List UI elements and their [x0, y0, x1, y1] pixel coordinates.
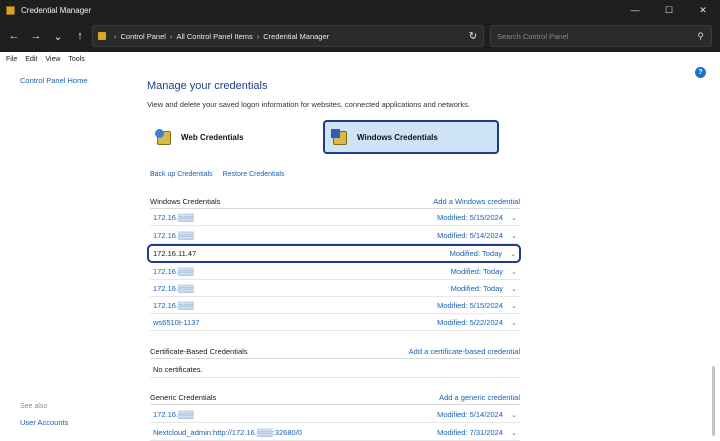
expand-chevron-icon[interactable]: ⌄	[508, 319, 520, 327]
back-up-credentials-link[interactable]: Back up Credentials	[150, 171, 213, 178]
credential-modified: Modified: 5/22/2024	[437, 318, 503, 327]
help-icon[interactable]: ?	[695, 67, 706, 78]
windows-credentials-tile[interactable]: Windows Credentials	[323, 120, 499, 154]
address-bar: ← → ⌄ ↑ › Control Panel › All Control Pa…	[0, 20, 720, 52]
expand-chevron-icon[interactable]: ⌄	[507, 250, 519, 258]
control-panel-icon	[98, 32, 106, 40]
credential-name: 172.16.▒▒▒	[153, 213, 194, 222]
close-button[interactable]: ✕	[686, 0, 720, 20]
credential-name: 172.16.▒▒▒	[153, 267, 194, 276]
menu-bar: File Edit View Tools	[0, 52, 720, 66]
breadcrumb-credential-manager[interactable]: Credential Manager	[263, 32, 329, 41]
expand-chevron-icon[interactable]: ⌄	[508, 429, 520, 437]
web-credentials-tile[interactable]: Web Credentials	[147, 120, 307, 154]
refresh-icon[interactable]: ↻	[462, 25, 484, 47]
breadcrumb-control-panel[interactable]: Control Panel	[121, 32, 166, 41]
credential-row[interactable]: 172.16.▒▒▒ Modified: 5/15/2024 ⌄	[150, 298, 520, 314]
credential-modified: Modified: 5/14/2024	[437, 410, 503, 419]
credential-row[interactable]: 172.16.▒▒▒ Modified: 5/14/2024 ⌄	[150, 228, 520, 244]
menu-file[interactable]: File	[6, 56, 17, 63]
expand-chevron-icon[interactable]: ⌄	[508, 285, 520, 293]
see-also-label: See also	[20, 403, 48, 410]
recent-locations-chevron-icon[interactable]: ⌄	[47, 25, 69, 47]
left-pane: Control Panel Home See also User Account…	[0, 66, 135, 441]
credential-name: Nextcloud_admin:http://172.16.▒▒▒:32680/…	[153, 428, 302, 437]
credential-name: 172.16.11.47	[153, 249, 197, 258]
page-subtitle: View and delete your saved logon informa…	[147, 100, 470, 109]
up-arrow-icon[interactable]: ↑	[69, 25, 91, 47]
windows-credentials-section-title: Windows Credentials	[150, 197, 221, 206]
scrollbar-thumb[interactable]	[712, 366, 715, 436]
credential-row[interactable]: Nextcloud_admin:http://172.16.▒▒▒:32680/…	[150, 425, 520, 441]
credential-name: 172.16.▒▒▒	[153, 284, 194, 293]
credential-name: 172.16.▒▒▒	[153, 301, 194, 310]
windows-vault-icon	[331, 127, 351, 147]
credential-modified: Modified: 7/31/2024	[437, 428, 503, 437]
expand-chevron-icon[interactable]: ⌄	[508, 302, 520, 310]
user-accounts-link[interactable]: User Accounts	[20, 418, 68, 427]
search-input[interactable]	[497, 31, 687, 41]
credential-modified: Modified: 5/15/2024	[437, 213, 503, 222]
no-certificates-text: No certificates.	[150, 362, 520, 378]
menu-tools[interactable]: Tools	[68, 56, 84, 63]
credential-manager-app-icon	[6, 5, 15, 15]
windows-credentials-section-header: Windows Credentials Add a Windows creden…	[150, 195, 520, 209]
generic-credentials-section-header: Generic Credentials Add a generic creden…	[150, 391, 520, 405]
credential-row[interactable]: 172.16.▒▒▒ Modified: Today ⌄	[150, 281, 520, 297]
credential-name: 172.16.▒▒▒	[153, 231, 194, 240]
forward-arrow-icon[interactable]: →	[25, 25, 47, 47]
back-arrow-icon[interactable]: ←	[3, 25, 25, 47]
minimize-button[interactable]: —	[618, 0, 652, 20]
breadcrumb[interactable]: › Control Panel › All Control Panel Item…	[92, 25, 484, 47]
breadcrumb-separator-icon: ›	[169, 31, 173, 41]
backup-restore-links: Back up Credentials Restore Credentials	[150, 171, 292, 178]
credential-modified: Modified: Today	[450, 267, 503, 276]
credential-row[interactable]: 172.16.▒▒▒ Modified: Today ⌄	[150, 264, 520, 280]
menu-edit[interactable]: Edit	[25, 56, 37, 63]
credential-modified: Modified: Today	[450, 284, 503, 293]
control-panel-home-link[interactable]: Control Panel Home	[20, 76, 88, 85]
vertical-scrollbar[interactable]	[711, 66, 717, 441]
expand-chevron-icon[interactable]: ⌄	[508, 232, 520, 240]
credential-row[interactable]: ws6510t-1137 Modified: 5/22/2024 ⌄	[150, 315, 520, 331]
credential-name: 172.16.▒▒▒	[153, 410, 194, 419]
expand-chevron-icon[interactable]: ⌄	[508, 411, 520, 419]
credential-row[interactable]: 172.16.▒▒▒ Modified: 5/15/2024 ⌄	[150, 210, 520, 226]
generic-credentials-section-title: Generic Credentials	[150, 393, 217, 402]
credential-modified: Modified: 5/14/2024	[437, 231, 503, 240]
window-title: Credential Manager	[21, 5, 92, 15]
expand-chevron-icon[interactable]: ⌄	[508, 214, 520, 222]
breadcrumb-separator-icon: ›	[114, 31, 117, 41]
window-controls: — ☐ ✕	[618, 0, 720, 20]
add-certificate-credential-link[interactable]: Add a certificate-based credential	[409, 347, 520, 356]
maximize-button[interactable]: ☐	[652, 0, 686, 20]
web-vault-icon	[155, 127, 175, 147]
expand-chevron-icon[interactable]: ⌄	[508, 268, 520, 276]
certificate-credentials-section-header: Certificate-Based Credentials Add a cert…	[150, 345, 520, 359]
search-icon[interactable]: ⚲	[697, 31, 704, 42]
windows-credentials-label: Windows Credentials	[357, 132, 438, 142]
credential-row[interactable]: 172.16.▒▒▒ Modified: 5/14/2024 ⌄	[150, 407, 520, 423]
search-box[interactable]: ⚲	[490, 25, 712, 47]
title-bar: Credential Manager — ☐ ✕	[0, 0, 720, 20]
certificate-credentials-section-title: Certificate-Based Credentials	[150, 347, 248, 356]
add-windows-credential-link[interactable]: Add a Windows credential	[433, 197, 520, 206]
web-credentials-label: Web Credentials	[181, 132, 244, 142]
page-title: Manage your credentials	[147, 80, 268, 92]
credential-row-selected[interactable]: 172.16.11.47 Modified: Today ⌄	[147, 244, 521, 263]
credential-modified: Modified: 5/15/2024	[437, 301, 503, 310]
restore-credentials-link[interactable]: Restore Credentials	[223, 171, 285, 178]
credential-modified: Modified: Today	[449, 249, 502, 258]
add-generic-credential-link[interactable]: Add a generic credential	[439, 393, 520, 402]
menu-view[interactable]: View	[45, 56, 60, 63]
credential-name: ws6510t-1137	[153, 318, 200, 327]
breadcrumb-separator-icon: ›	[256, 31, 260, 41]
breadcrumb-all-items[interactable]: All Control Panel Items	[176, 32, 252, 41]
